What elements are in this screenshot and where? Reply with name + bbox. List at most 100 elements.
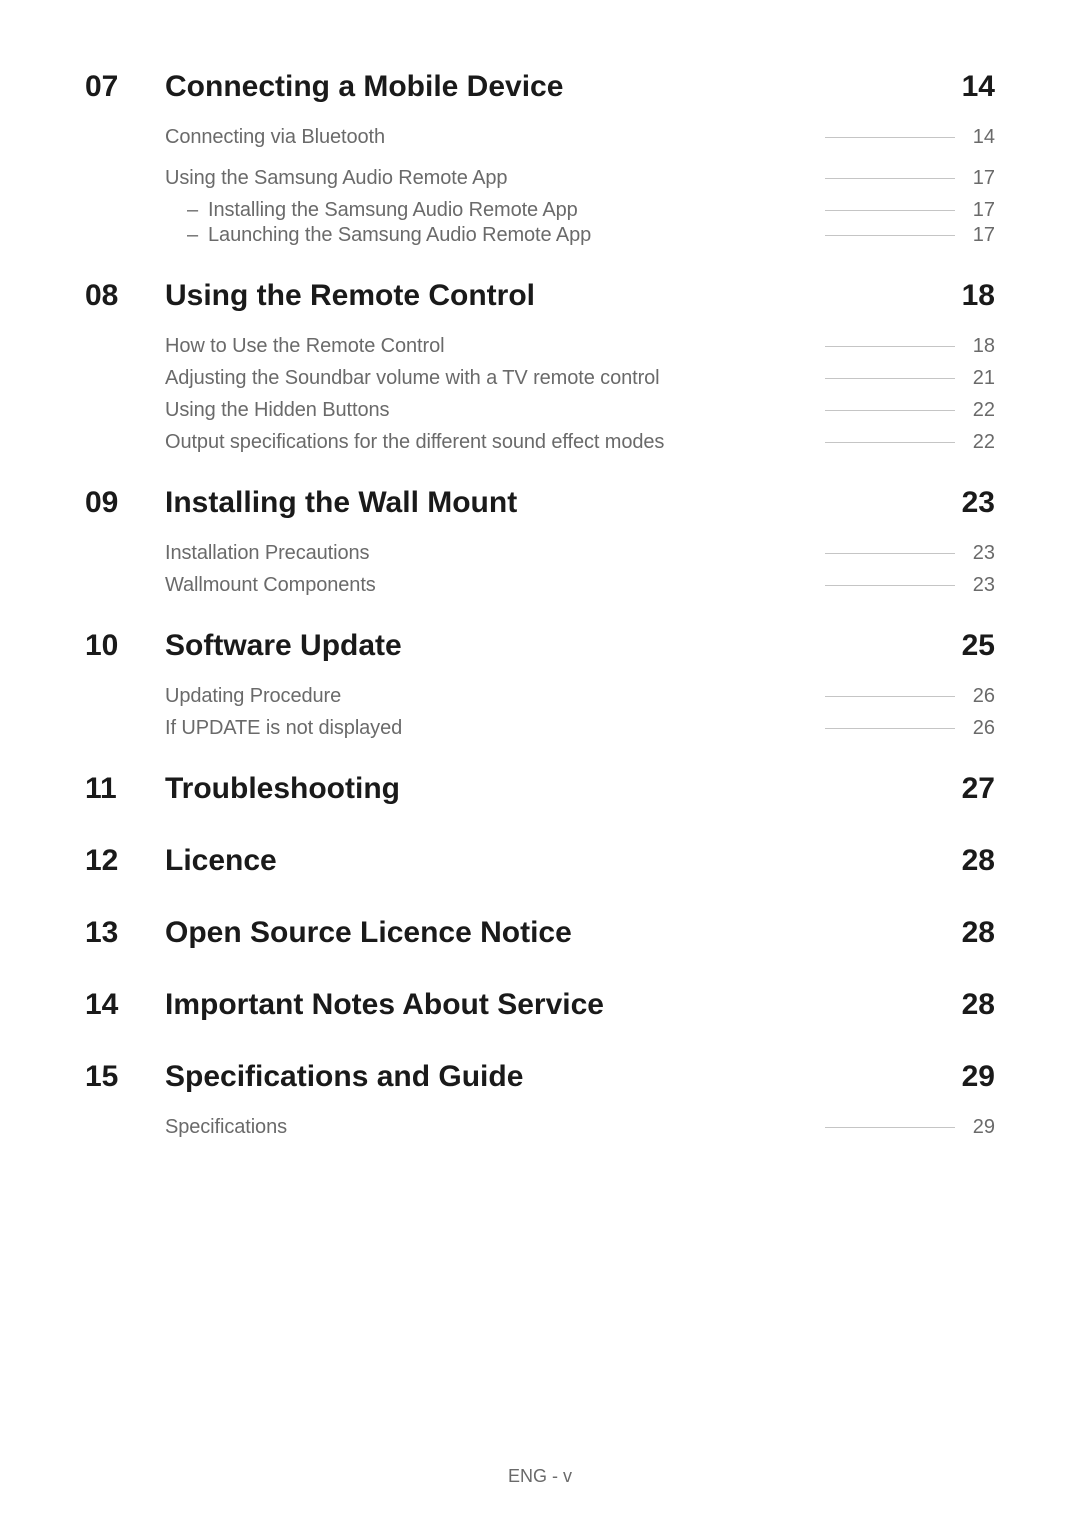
- item-text: Wallmount Components: [165, 574, 376, 597]
- item-page: 21: [967, 367, 995, 390]
- item-page: 22: [967, 399, 995, 422]
- section-title: Using the Remote Control: [165, 279, 942, 313]
- item-text: Output specifications for the different …: [165, 431, 664, 454]
- item-text: Installation Precautions: [165, 542, 369, 565]
- toc-item[interactable]: Using the Hidden Buttons 22: [165, 399, 995, 422]
- toc-subitem[interactable]: Launching the Samsung Audio Remote App 17: [165, 224, 995, 247]
- section-header[interactable]: 11Troubleshooting 27: [85, 772, 995, 806]
- toc-item[interactable]: Updating Procedure 26: [165, 685, 995, 708]
- toc-item[interactable]: Adjusting the Soundbar volume with a TV …: [165, 367, 995, 390]
- toc-section: 14Important Notes About Service 28: [85, 988, 995, 1022]
- item-page: 23: [967, 574, 995, 597]
- item-page: 14: [967, 126, 995, 149]
- section-body: Updating Procedure26If UPDATE is not dis…: [85, 685, 995, 740]
- item-page: 26: [967, 685, 995, 708]
- section-page: 25: [962, 629, 995, 663]
- section-title: Troubleshooting: [165, 772, 942, 806]
- section-number: 08: [85, 279, 165, 313]
- item-text: Updating Procedure: [165, 685, 341, 708]
- section-number: 07: [85, 70, 165, 104]
- section-title: Software Update: [165, 629, 942, 663]
- leader-line: [825, 585, 955, 586]
- item-page: 22: [967, 431, 995, 454]
- leader-line: [825, 378, 955, 379]
- toc-item[interactable]: If UPDATE is not displayed 26: [165, 717, 995, 740]
- item-page: 23: [967, 542, 995, 565]
- section-title: Installing the Wall Mount: [165, 486, 942, 520]
- item-text: Connecting via Bluetooth: [165, 126, 385, 149]
- section-header[interactable]: 09Installing the Wall Mount 23: [85, 486, 995, 520]
- item-text: Using the Samsung Audio Remote App: [165, 167, 507, 190]
- toc-item[interactable]: Using the Samsung Audio Remote App 17: [165, 167, 995, 190]
- leader-line: [825, 137, 955, 138]
- leader-line: [825, 728, 955, 729]
- section-body: Specifications 29: [85, 1116, 995, 1139]
- section-page: 28: [962, 916, 995, 950]
- leader-line: [825, 210, 955, 211]
- section-header[interactable]: 10Software Update 25: [85, 629, 995, 663]
- item-text: Using the Hidden Buttons: [165, 399, 389, 422]
- section-page: 18: [962, 279, 995, 313]
- toc-section: 10Software Update25Updating Procedure26I…: [85, 629, 995, 740]
- item-text: If UPDATE is not displayed: [165, 717, 402, 740]
- item-text: Installing the Samsung Audio Remote App: [165, 199, 578, 222]
- toc-section: 09Installing the Wall Mount23Installatio…: [85, 486, 995, 597]
- section-number: 13: [85, 916, 165, 950]
- toc-item[interactable]: Output specifications for the different …: [165, 431, 995, 454]
- item-page: 17: [967, 199, 995, 222]
- item-text: How to Use the Remote Control: [165, 335, 444, 358]
- section-body: Connecting via Bluetooth 14 Using the Sams…: [85, 126, 995, 247]
- section-page: 23: [962, 486, 995, 520]
- section-page: 28: [962, 844, 995, 878]
- section-title: Licence: [165, 844, 942, 878]
- section-number: 14: [85, 988, 165, 1022]
- section-number: 09: [85, 486, 165, 520]
- leader-line: [825, 235, 955, 236]
- section-title: Open Source Licence Notice: [165, 916, 942, 950]
- item-page: 26: [967, 717, 995, 740]
- leader-line: [825, 178, 955, 179]
- toc-item[interactable]: Specifications 29: [165, 1116, 995, 1139]
- toc-item[interactable]: How to Use the Remote Control 18: [165, 335, 995, 358]
- section-number: 12: [85, 844, 165, 878]
- leader-line: [825, 346, 955, 347]
- toc-section: 07Connecting a Mobile Device14 Connecting…: [85, 70, 995, 247]
- section-page: 29: [962, 1060, 995, 1094]
- page-footer: ENG - v: [0, 1466, 1080, 1487]
- item-text: Launching the Samsung Audio Remote App: [165, 224, 591, 247]
- toc-section: 11Troubleshooting 27: [85, 772, 995, 806]
- section-header[interactable]: 13Open Source Licence Notice 28: [85, 916, 995, 950]
- toc-item[interactable]: Wallmount Components 23: [165, 574, 995, 597]
- item-page: 17: [967, 167, 995, 190]
- section-title: Specifications and Guide: [165, 1060, 942, 1094]
- section-title: Important Notes About Service: [165, 988, 942, 1022]
- leader-line: [825, 696, 955, 697]
- toc-subitem[interactable]: Installing the Samsung Audio Remote App 1…: [165, 199, 995, 222]
- item-text: Adjusting the Soundbar volume with a TV …: [165, 367, 660, 390]
- item-page: 18: [967, 335, 995, 358]
- section-header[interactable]: 07Connecting a Mobile Device14: [85, 70, 995, 104]
- section-header[interactable]: 08Using the Remote Control 18: [85, 279, 995, 313]
- toc-item[interactable]: Installation Precautions 23: [165, 542, 995, 565]
- section-page: 14: [962, 70, 995, 104]
- item-page: 17: [967, 224, 995, 247]
- item-text: Specifications: [165, 1116, 287, 1139]
- section-header[interactable]: 15Specifications and Guide 29: [85, 1060, 995, 1094]
- section-header[interactable]: 12Licence 28: [85, 844, 995, 878]
- leader-line: [825, 410, 955, 411]
- table-of-contents: 07Connecting a Mobile Device14 Connecting…: [85, 70, 995, 1139]
- leader-line: [825, 553, 955, 554]
- section-number: 11: [85, 772, 165, 806]
- section-number: 10: [85, 629, 165, 663]
- leader-line: [825, 1127, 955, 1128]
- toc-section: 12Licence 28: [85, 844, 995, 878]
- leader-line: [825, 442, 955, 443]
- section-page: 28: [962, 988, 995, 1022]
- section-page: 27: [962, 772, 995, 806]
- item-page: 29: [967, 1116, 995, 1139]
- section-body: Installation Precautions23Wallmount Comp…: [85, 542, 995, 597]
- toc-item[interactable]: Connecting via Bluetooth 14: [165, 126, 995, 149]
- section-number: 15: [85, 1060, 165, 1094]
- section-header[interactable]: 14Important Notes About Service 28: [85, 988, 995, 1022]
- section-body: How to Use the Remote Control 18 Adjusting…: [85, 335, 995, 454]
